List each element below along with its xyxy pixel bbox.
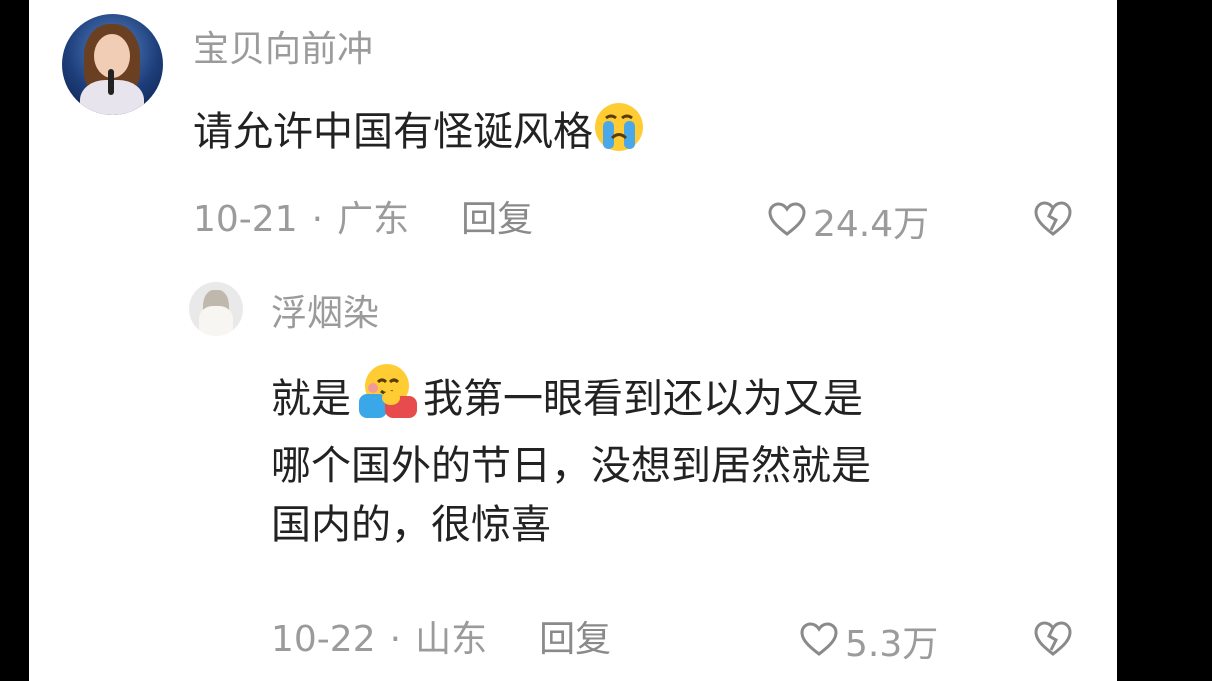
dislike-button[interactable] [1032,198,1074,240]
heart-icon [767,200,807,249]
comment-location: 广东 [337,199,410,240]
avatar[interactable] [189,282,243,336]
hugging-face-icon [351,360,423,437]
comment-text-line: 哪个国外的节日，没想到居然就是 [271,443,871,489]
username[interactable]: 宝贝向前冲 [193,30,373,70]
comment-location: 山东 [415,619,488,660]
username[interactable]: 浮烟染 [271,294,379,334]
comment-date: 10-21 [193,199,298,240]
comment-text-line: 就是 我第一眼看到还以为又是 [271,360,1091,437]
reply-button[interactable]: 回复 [461,200,533,240]
comment-text: 请允许中国有怪诞风格 [193,101,645,170]
like-button[interactable]: 5.3万 [799,620,938,669]
comment-text-fragment: 就是 [271,376,351,422]
comment-date: 10-22 [271,619,376,660]
separator: · [389,619,402,660]
comment-text-line: 国内的，很惊喜 [271,502,551,548]
like-button[interactable]: 24.4万 [767,200,929,249]
separator: · [311,199,324,240]
broken-heart-icon [1034,201,1072,236]
comment-thread: 宝贝向前冲 请允许中国有怪诞风格 10-21 · 广东 回复 24.4万 浮烟染… [29,0,1117,681]
avatar[interactable] [62,14,163,115]
comment-text-content: 请允许中国有怪诞风格 [193,109,593,155]
dislike-button[interactable] [1032,618,1074,660]
comment-meta: 10-21 · 广东 回复 [193,200,533,240]
comment-text: 就是 我第一眼看到还以为又是 哪个国外的节日，没想到居然就是 国内的，很惊喜 [271,360,1091,555]
microphone-icon [108,69,114,95]
comment-text-fragment: 我第一眼看到还以为又是 [423,376,863,422]
avatar-robe [199,306,233,336]
like-count: 5.3万 [845,623,939,665]
like-count: 24.4万 [813,203,930,245]
crying-face-icon [593,101,645,170]
reply-button[interactable]: 回复 [539,620,611,660]
heart-icon [799,620,839,669]
broken-heart-icon [1034,621,1072,656]
comment-meta: 10-22 · 山东 回复 [271,620,611,660]
